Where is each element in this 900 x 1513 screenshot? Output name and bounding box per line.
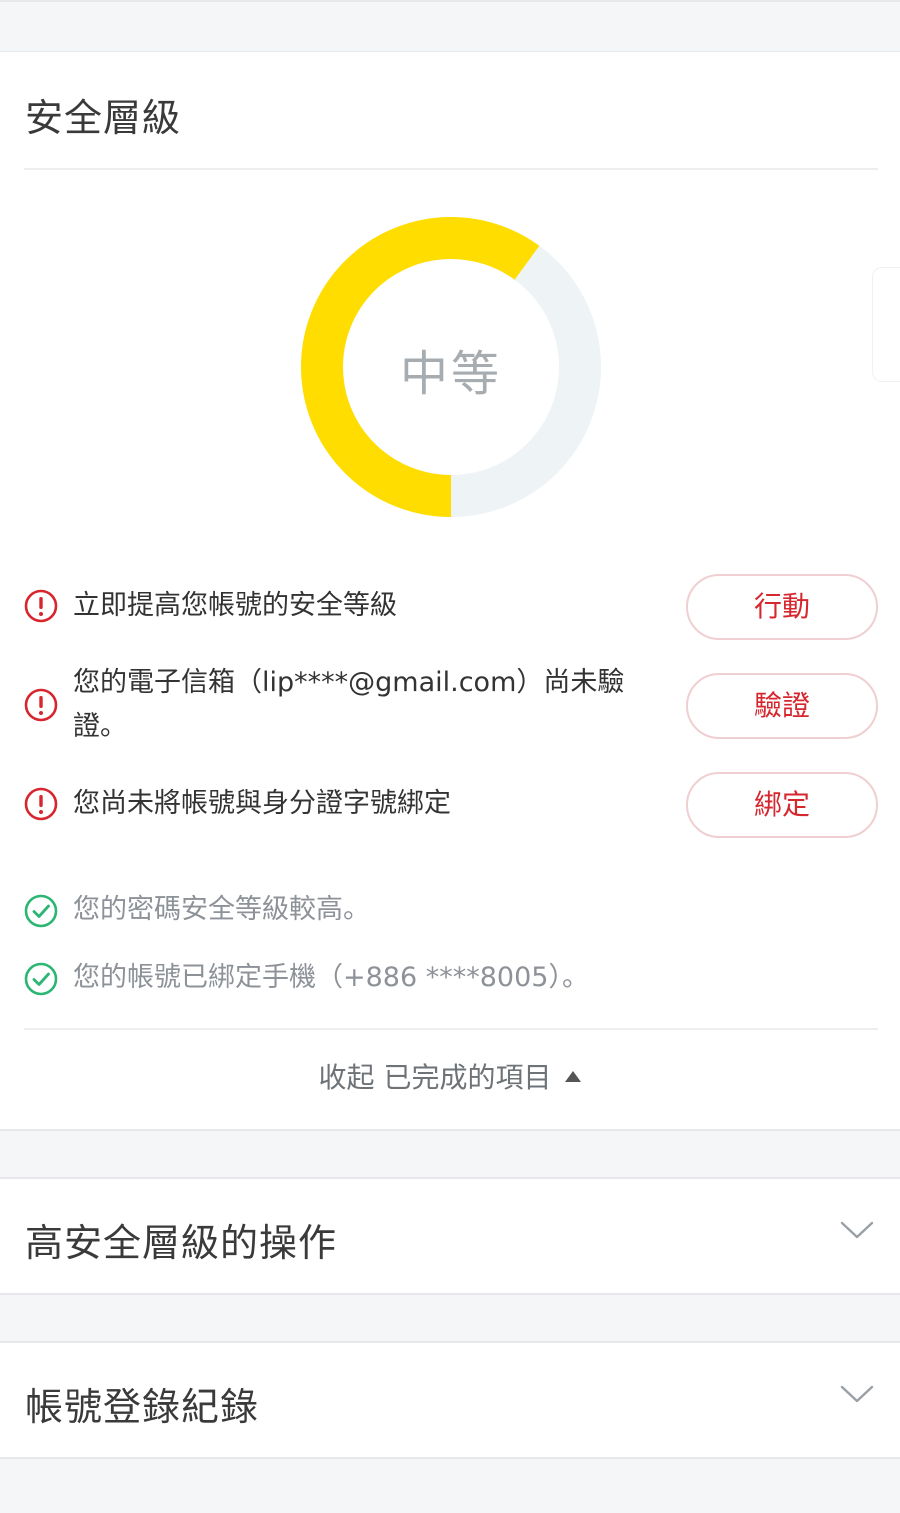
- bind-button[interactable]: 綁定: [686, 772, 878, 838]
- section-login-records[interactable]: 帳號登錄紀錄: [0, 1343, 900, 1457]
- section-spacer: [0, 1129, 900, 1179]
- chevron-down-icon: [840, 1385, 874, 1403]
- check-circle-icon: [24, 962, 58, 996]
- section-high-security-ops[interactable]: 高安全層級的操作: [0, 1179, 900, 1293]
- section-spacer: [0, 1457, 900, 1507]
- side-panel-edge: [872, 267, 900, 382]
- completed-text: 您的密碼安全等級較高。: [73, 894, 370, 925]
- chevron-down-icon: [840, 1221, 874, 1239]
- security-level-gauge: 中等: [300, 216, 602, 518]
- verify-button[interactable]: 驗證: [686, 673, 878, 739]
- check-circle-icon: [24, 894, 58, 928]
- warning-icon: [24, 787, 58, 821]
- collapse-completed-toggle[interactable]: 收起 已完成的項目: [0, 1056, 900, 1100]
- collapse-label: 收起 已完成的項目: [318, 1061, 552, 1094]
- section-spacer: [0, 1293, 900, 1343]
- divider: [24, 1028, 878, 1030]
- action-button[interactable]: 行動: [686, 574, 878, 640]
- security-level-label: 中等: [399, 346, 502, 402]
- section-title: 帳號登錄紀錄: [25, 1385, 260, 1429]
- issue-text: 立即提高您帳號的安全等級: [73, 590, 397, 621]
- caret-up-icon: [565, 1070, 582, 1082]
- divider: [24, 168, 878, 170]
- warning-icon: [24, 589, 58, 623]
- issue-text: 您尚未將帳號與身分證字號綁定: [73, 788, 451, 819]
- issue-text: 您的電子信箱（lip****@gmail.com）尚未驗證。: [73, 667, 625, 742]
- section-title: 高安全層級的操作: [25, 1221, 338, 1265]
- security-level-title: 安全層級: [25, 96, 182, 140]
- warning-icon: [24, 688, 58, 722]
- security-level-card: 安全層級 中等 立即提高您帳號的安全等級 行動 您的電子信箱（lip****@g…: [0, 52, 900, 1129]
- completed-text: 您的帳號已綁定手機（+886 ****8005）。: [73, 962, 589, 993]
- top-spacer: [0, 0, 900, 52]
